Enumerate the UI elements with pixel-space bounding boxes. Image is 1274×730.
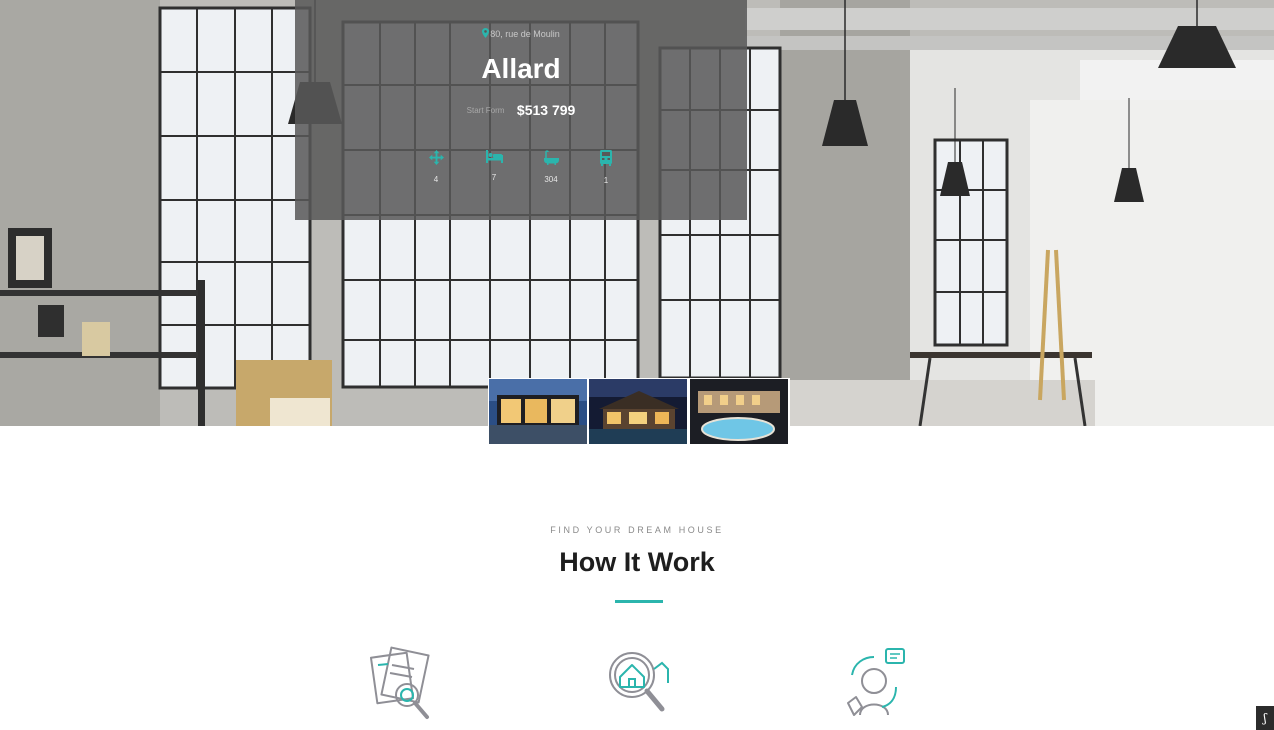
price-label: Start Form bbox=[466, 106, 505, 115]
hero-banner: 80, rue de Moulin Allard Start Form $513… bbox=[0, 0, 1274, 426]
support-agent-icon bbox=[847, 648, 905, 716]
documents-search-icon bbox=[369, 646, 430, 719]
feature-bedrooms-value: 7 bbox=[491, 173, 497, 182]
section-eyebrow: FIND YOUR DREAM HOUSE bbox=[550, 525, 724, 535]
section-title: How It Work bbox=[559, 547, 715, 577]
garage-icon bbox=[600, 150, 612, 166]
feature-area: 4 bbox=[416, 150, 456, 184]
feature-bedrooms: 7 bbox=[474, 150, 514, 182]
map-pin-icon bbox=[482, 28, 490, 38]
bathtub-icon bbox=[543, 150, 559, 165]
price-value: $513 799 bbox=[516, 102, 576, 118]
title-underline bbox=[615, 600, 663, 603]
pool-villa-thumbnail[interactable] bbox=[690, 379, 788, 444]
area-arrows-icon bbox=[428, 150, 444, 165]
price-row: Start Form $513 799 bbox=[295, 102, 747, 120]
property-title[interactable]: Allard bbox=[295, 53, 747, 85]
address-text: 80, rue de Moulin bbox=[490, 29, 560, 39]
feature-area-value: 4 bbox=[433, 175, 439, 184]
feature-garage-value: 1 bbox=[603, 176, 609, 185]
villa-night-thumbnail[interactable] bbox=[589, 379, 687, 444]
property-address: 80, rue de Moulin bbox=[295, 28, 747, 39]
property-thumbnails bbox=[488, 378, 790, 445]
house-search-icon bbox=[609, 652, 669, 712]
feature-garage: 1 bbox=[586, 150, 626, 185]
feature-bathrooms-value: 304 bbox=[544, 175, 558, 184]
bed-icon bbox=[485, 150, 503, 163]
corner-toolbar-button[interactable]: ʃ bbox=[1256, 706, 1274, 730]
modern-house-thumbnail[interactable] bbox=[489, 379, 587, 444]
feature-bathrooms: 304 bbox=[531, 150, 571, 184]
property-info-card: 80, rue de Moulin Allard Start Form $513… bbox=[295, 0, 747, 220]
